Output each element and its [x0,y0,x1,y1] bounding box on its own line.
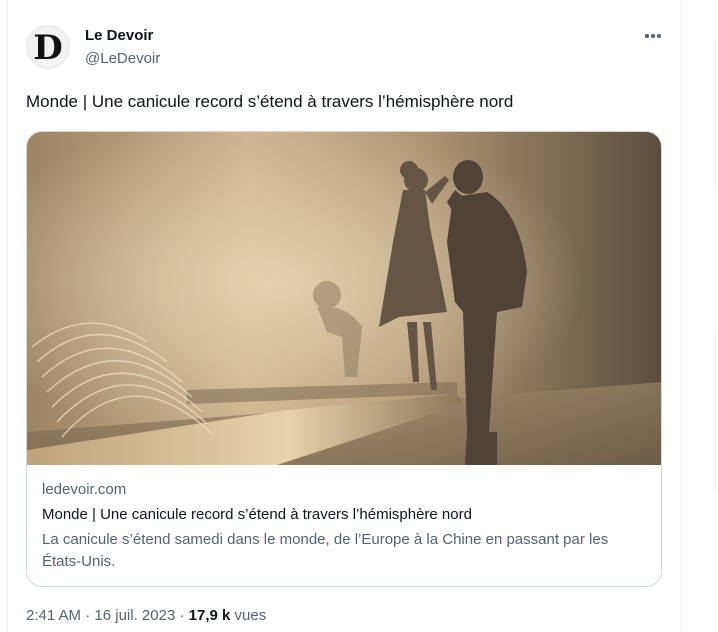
tweet-meta: 2:41 AM · 16 juil. 2023 · 17,9 k vues [26,607,266,624]
timeline-right-border [681,0,682,632]
views-label: vues [234,607,267,624]
card-description: La canicule s’étend samedi dans le monde… [42,531,609,570]
tweet-time[interactable]: 2:41 AM [26,607,81,624]
card-image[interactable] [27,132,661,465]
sidebar-edge-lower [715,330,716,490]
author-handle[interactable]: @LeDevoir [85,50,160,67]
meta-separator: · [85,607,91,624]
tweet-text: Monde | Une canicule record s’étend à tr… [26,92,514,111]
more-horizontal-icon[interactable] [640,25,666,47]
sidebar-edge [715,40,716,190]
meta-separator: · [179,607,185,624]
card-title[interactable]: Monde | Une canicule record s’étend à tr… [42,506,472,523]
card-domain[interactable]: ledevoir.com [42,481,126,498]
timeline-left-border [7,0,8,632]
avatar[interactable]: D [26,25,70,69]
link-card[interactable]: ledevoir.com Monde | Une canicule record… [26,131,662,587]
author-display-name[interactable]: Le Devoir [85,27,153,44]
views-count[interactable]: 17,9 k [189,607,231,624]
avatar-letter: D [33,27,63,68]
tweet-date[interactable]: 16 juil. 2023 [94,607,175,624]
